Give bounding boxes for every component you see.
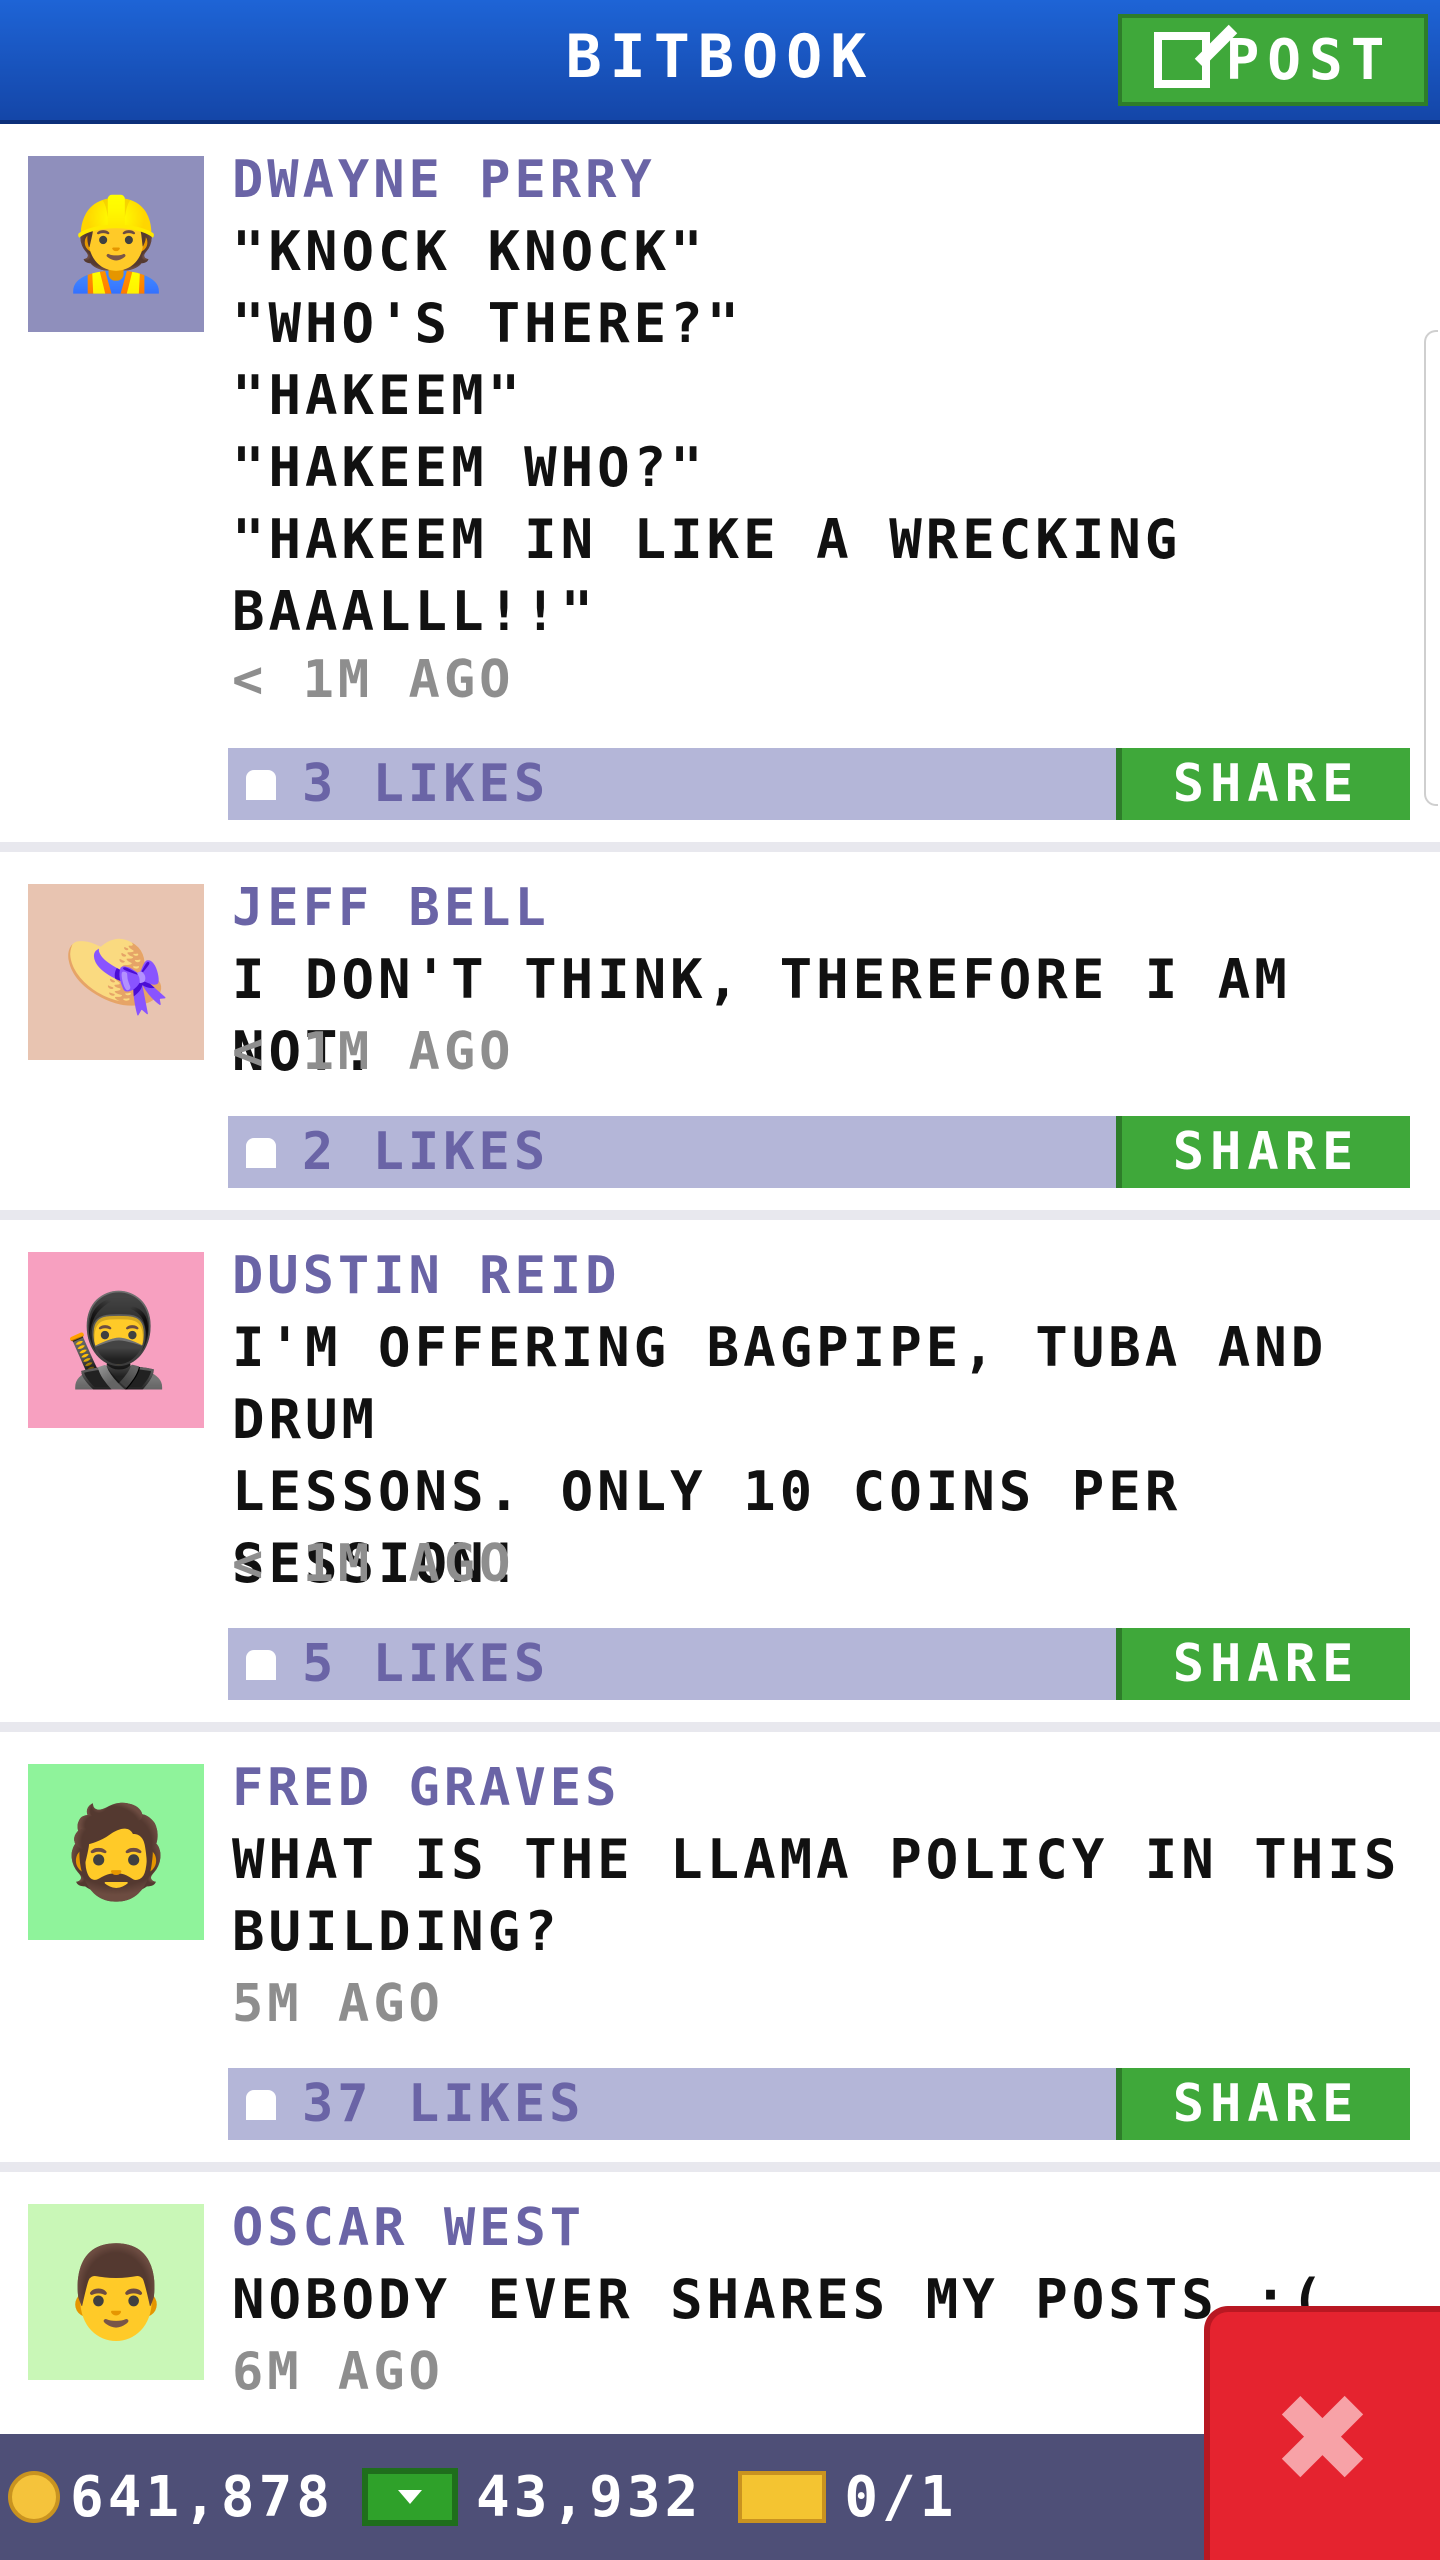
post-message: WHAT IS THE LLAMA POLICY IN THIS BUILDIN… [232, 1828, 1401, 1963]
post-time: < 1M AGO [232, 1022, 515, 1082]
likes-count[interactable]: 5 LIKES [302, 1628, 549, 1700]
post-time: 6M AGO [232, 2342, 444, 2402]
feed-post: 🧔 FRED GRAVES WHAT IS THE LLAMA POLICY I… [0, 1732, 1440, 2172]
thumbs-up-icon [246, 770, 276, 800]
thumbs-up-icon [246, 2090, 276, 2120]
share-button[interactable]: SHARE [1116, 748, 1410, 820]
avatar[interactable]: 🧔 [28, 1764, 204, 1940]
post-time: < 1M AGO [232, 1534, 515, 1594]
like-bar: 3 LIKES SHARE [228, 748, 1410, 820]
post-author[interactable]: DWAYNE PERRY [232, 144, 656, 216]
thumbs-up-icon [246, 1650, 276, 1680]
close-button[interactable]: ✖ [1204, 2306, 1440, 2560]
post-author[interactable]: JEFF BELL [232, 872, 550, 944]
likes-count[interactable]: 37 LIKES [302, 2068, 584, 2140]
feed-post: 👷 DWAYNE PERRY "KNOCK KNOCK" "WHO'S THER… [0, 124, 1440, 852]
bux-value: 43,932 [476, 2464, 703, 2530]
avatar[interactable]: 👨 [28, 2204, 204, 2380]
feed-post: 🥷 DUSTIN REID I'M OFFERING BAGPIPE, TUBA… [0, 1220, 1440, 1732]
like-bar: 2 LIKES SHARE [228, 1116, 1410, 1188]
coin-icon [8, 2471, 60, 2523]
share-button[interactable]: SHARE [1116, 2068, 1410, 2140]
edit-icon [1153, 32, 1210, 88]
post-time: < 1M AGO [232, 650, 515, 710]
bux-icon [362, 2468, 459, 2526]
like-bar: 37 LIKES SHARE [228, 2068, 1410, 2140]
post-author[interactable]: FRED GRAVES [232, 1752, 620, 1824]
app-header: BITBOOK POST [0, 0, 1440, 124]
close-icon: ✖ [1276, 2342, 1374, 2530]
like-bar: 5 LIKES SHARE [228, 1628, 1410, 1700]
feed-post: 👒 JEFF BELL I DON'T THINK, THEREFORE I A… [0, 852, 1440, 1220]
share-button[interactable]: SHARE [1116, 1116, 1410, 1188]
post-author[interactable]: OSCAR WEST [232, 2192, 585, 2264]
scrollbar[interactable] [1424, 330, 1438, 806]
coins-value: 641,878 [70, 2464, 335, 2530]
avatar[interactable]: 🥷 [28, 1252, 204, 1428]
post-message: "KNOCK KNOCK" "WHO'S THERE?" "HAKEEM" "H… [232, 220, 1182, 643]
avatar[interactable]: 👒 [28, 884, 204, 1060]
ticket-icon [738, 2471, 827, 2523]
post-button[interactable]: POST [1118, 14, 1428, 106]
likes-count[interactable]: 3 LIKES [302, 748, 549, 820]
tickets-value: 0/1 [844, 2464, 958, 2530]
thumbs-up-icon [246, 1138, 276, 1168]
likes-count[interactable]: 2 LIKES [302, 1116, 549, 1188]
post-label: POST [1225, 27, 1393, 93]
post-author[interactable]: DUSTIN REID [232, 1240, 620, 1312]
share-button[interactable]: SHARE [1116, 1628, 1410, 1700]
post-time: 5M AGO [232, 1974, 444, 2034]
avatar[interactable]: 👷 [28, 156, 204, 332]
